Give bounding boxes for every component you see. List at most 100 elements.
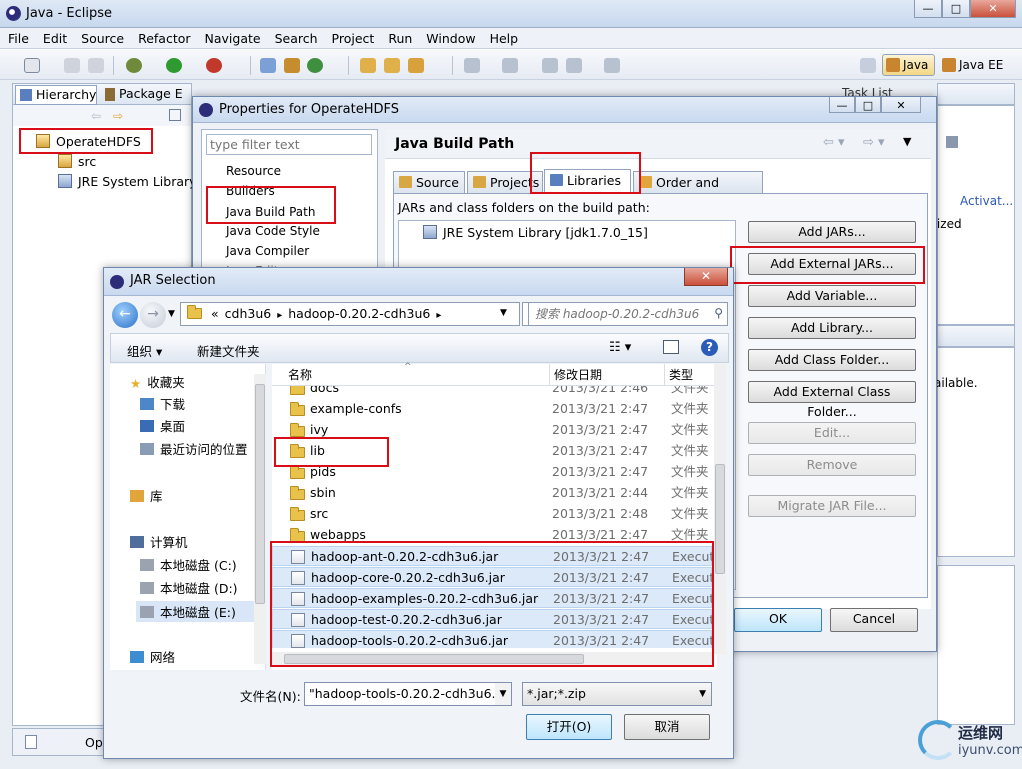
back-nav-icon[interactable]: ⇦ [91,109,103,123]
forward-button[interactable]: → [140,302,166,328]
menu-refactor[interactable]: Refactor [130,28,196,46]
nav-computer[interactable]: 计算机 [130,532,188,551]
collapse-all-icon[interactable] [169,109,181,121]
filename-dropdown-icon[interactable]: ▼ [495,683,511,705]
menu-file[interactable]: File [0,28,35,46]
maximize-button[interactable]: □ [942,0,970,18]
col-name-header[interactable]: 名称 [288,364,312,386]
add-class-folder-button[interactable]: Add Class Folder... [748,349,916,371]
preview-pane-icon[interactable] [663,340,679,354]
open-task-icon[interactable] [384,58,400,73]
file-row[interactable]: src 2013/3/21 2:48 文件夹 [272,504,712,525]
nav-disk[interactable]: 本地磁盘 (D:) [140,578,238,597]
nav-recent-places[interactable]: 最近访问的位置 [140,439,248,458]
edit-button[interactable]: Edit... [748,422,916,444]
tab-source[interactable]: Source [393,171,465,193]
file-list-scrollbar-v[interactable] [714,364,726,654]
view-options-icon[interactable]: ☷ ▾ [609,340,631,355]
properties-minimize-button[interactable]: — [829,97,855,113]
print-icon[interactable] [88,58,104,73]
package-explorer-tab[interactable]: Package E [101,85,191,105]
menu-edit[interactable]: Edit [35,28,73,46]
col-type-header[interactable]: 类型 [664,364,693,386]
col-date-header[interactable]: 修改日期 [549,364,602,386]
ok-button[interactable]: OK [734,608,822,632]
task-list-icon[interactable] [946,136,958,148]
open-perspective-icon[interactable] [860,58,876,73]
menu-project[interactable]: Project [324,28,381,46]
help-icon[interactable]: ? [701,339,718,356]
file-row[interactable]: docs 2013/3/21 2:46 文件夹 [272,386,712,399]
tab-order-and-export[interactable]: Order and Export [633,171,763,211]
page-forward-icon[interactable]: ⇨ ▾ [863,135,885,150]
migrate-jar-button[interactable]: Migrate JAR File... [748,495,916,517]
remove-button[interactable]: Remove [748,454,916,476]
tree-item-src[interactable]: src [58,154,96,169]
new-java-project-icon[interactable] [260,58,276,73]
nav-library[interactable]: 库 [130,486,163,505]
open-button[interactable]: 打开(O) [526,714,612,740]
new-class-icon[interactable] [307,58,323,73]
page-menu-icon[interactable]: ▼ [903,135,911,148]
search-tool-icon[interactable] [408,58,424,73]
jar-cancel-button[interactable]: 取消 [624,714,710,740]
add-variable-button[interactable]: Add Variable... [748,285,916,307]
build-path-entry[interactable]: JRE System Library [jdk1.7.0_15] [423,225,648,240]
minimize-button[interactable]: — [914,0,942,18]
filename-input[interactable]: "hadoop-tools-0.20.2-cdh3u6.jar" ▼ [304,682,512,706]
nav-desktop[interactable]: 桌面 [140,416,185,435]
add-jars-button[interactable]: Add JARs... [748,221,916,243]
back-button[interactable]: ← [112,302,138,328]
save-icon[interactable] [64,58,80,73]
organize-button[interactable]: 组织 ▾ [127,341,162,360]
run-icon[interactable] [166,58,182,73]
breadcrumb-separator-icon[interactable]: ▸ [436,310,441,321]
file-row[interactable]: example-confs 2013/3/21 2:47 文件夹 [272,399,712,420]
nav-network[interactable]: 网络 [130,647,175,666]
nav-item-java-code-style[interactable]: Java Code Style [226,224,320,238]
forward-nav-icon[interactable]: ⇨ [113,109,125,123]
back-icon[interactable] [566,58,582,73]
open-type-icon[interactable] [360,58,376,73]
properties-close-button[interactable]: ✕ [881,97,921,113]
add-library-button[interactable]: Add Library... [748,317,916,339]
filter-input[interactable] [206,134,372,155]
breadcrumb-1[interactable]: cdh3u6 [225,306,272,321]
navigation-scrollbar[interactable] [254,374,266,664]
next-annotation-icon[interactable] [464,58,480,73]
prev-annotation-icon[interactable] [502,58,518,73]
external-tools-icon[interactable] [206,58,222,73]
properties-maximize-button[interactable]: □ [855,97,881,113]
file-row[interactable]: sbin 2013/3/21 2:44 文件夹 [272,483,712,504]
nav-star[interactable]: ★ 收藏夹 [130,372,185,391]
menu-run[interactable]: Run [380,28,418,46]
menu-help[interactable]: Help [482,28,525,46]
perspective-javaee[interactable]: Java EE [938,54,1008,76]
file-type-select[interactable]: *.jar;*.zip ▼ [522,682,712,706]
menu-navigate[interactable]: Navigate [197,28,267,46]
hierarchy-tab[interactable]: Hierarchy [15,85,97,105]
search-input[interactable] [529,303,699,325]
nav-item-resource[interactable]: Resource [226,164,281,178]
menu-window[interactable]: Window [418,28,481,46]
nav-download-folder[interactable]: 下载 [140,394,185,413]
recent-dropdown-icon[interactable]: ▼ [168,309,175,319]
add-external-class-folder-button[interactable]: Add External Class Folder... [748,381,916,419]
nav-item-java-compiler[interactable]: Java Compiler [226,244,309,258]
new-package-icon[interactable] [284,58,300,73]
jar-close-button[interactable]: ✕ [684,268,728,286]
address-bar[interactable]: « cdh3u6 ▸ hadoop-0.20.2-cdh3u6 ▸ [180,302,520,326]
nav-disk[interactable]: 本地磁盘 (C:) [140,555,237,574]
forward-icon[interactable] [604,58,620,73]
activate-link[interactable]: Activat... [960,194,1013,208]
breadcrumb-separator-icon[interactable]: ▸ [277,310,282,321]
new-icon[interactable] [24,58,40,73]
last-edit-icon[interactable] [542,58,558,73]
search-box[interactable]: ⚲ [528,302,728,326]
page-back-icon[interactable]: ⇦ ▾ [823,135,845,150]
perspective-java[interactable]: Java [882,54,935,76]
menu-search[interactable]: Search [267,28,324,46]
address-dropdown-icon[interactable]: ▼ [500,308,507,318]
menu-source[interactable]: Source [73,28,130,46]
debug-icon[interactable] [126,58,142,73]
